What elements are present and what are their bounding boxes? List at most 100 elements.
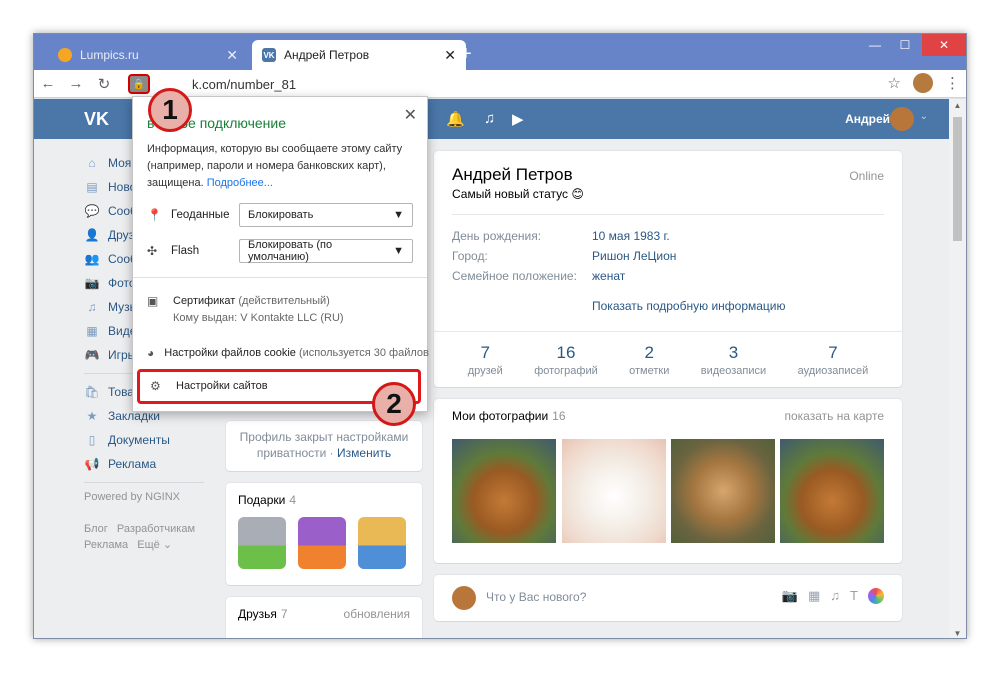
close-icon[interactable]: ✕ (226, 47, 238, 64)
lumpics-favicon-icon (58, 48, 72, 62)
friends-icon: 👤 (84, 228, 100, 242)
post-input-placeholder[interactable]: Что у Вас нового? (486, 590, 586, 604)
tab-lumpics[interactable]: Lumpics.ru ✕ (48, 40, 248, 70)
address-bar[interactable]: 🔒 k.com/number_81 (128, 72, 868, 96)
counter-photos[interactable]: 16 фотографий (534, 343, 598, 377)
new-post-box[interactable]: Что у Вас нового? 📷 ▦ ♫ T (434, 575, 902, 621)
info-key: День рождения: (452, 229, 542, 243)
show-on-map-link[interactable]: показать на карте (785, 409, 885, 423)
counter-label: друзей (467, 365, 503, 377)
counter-number: 7 (480, 343, 490, 362)
tab-title: Lumpics.ru (80, 48, 139, 62)
photo-thumbnail[interactable] (562, 439, 666, 543)
minimize-icon[interactable]: — (860, 34, 890, 56)
play-icon[interactable]: ▶ (512, 110, 524, 128)
lock-icon[interactable]: 🔒 (128, 74, 150, 94)
photo-thumbnail[interactable] (780, 439, 884, 543)
games-icon: 🎮 (84, 348, 100, 362)
header-user-name[interactable]: Андрей (845, 112, 890, 126)
info-value[interactable]: 10 мая 1983 г. (592, 229, 670, 243)
callout-number-1: 1 (148, 88, 192, 132)
certificate-row[interactable]: ▣ Сертификат (действительный) Кому выдан… (147, 293, 417, 327)
puzzle-icon: ✣ (147, 244, 158, 258)
site-info-popup: в зное подключение ✕ Информация, которую… (132, 96, 429, 412)
chevron-down-icon[interactable]: ⌄ (920, 111, 928, 122)
show-more-info-link[interactable]: Показать подробную информацию (592, 299, 786, 313)
scroll-thumb[interactable] (953, 117, 962, 241)
privacy-notice: Профиль закрыт настройками приватности ·… (226, 421, 422, 471)
new-tab-icon[interactable]: + (460, 43, 472, 66)
gear-icon: ⚙ (150, 379, 161, 393)
divider (452, 214, 884, 215)
location-select[interactable]: Блокировать ▼ (239, 203, 413, 227)
profile-counters: 7 друзей 16 фотографий 2 отметки 3 видеозапи… (434, 343, 902, 377)
star-icon[interactable]: ☆ (888, 74, 901, 92)
reload-icon[interactable]: ↻ (90, 75, 118, 93)
more-details-link[interactable]: Подробнее... (207, 177, 273, 189)
window-close-icon[interactable]: ✕ (922, 34, 966, 56)
ads-icon: 📢 (84, 457, 100, 471)
profile-card: Андрей Петров Online Самый новый статус … (434, 151, 902, 387)
gift-image[interactable] (298, 517, 346, 569)
news-icon: ▤ (86, 180, 98, 194)
footer-links[interactable]: Реклама Ещё ⌄ (84, 537, 224, 553)
vk-favicon-icon: VK (262, 48, 276, 62)
counter-audios[interactable]: 7 аудиозаписей (798, 343, 869, 377)
profile-status[interactable]: Самый новый статус 😊 (452, 187, 584, 201)
avatar[interactable] (890, 107, 914, 131)
dropdown-arrow-icon: ▼ (393, 209, 404, 221)
close-icon[interactable]: ✕ (444, 47, 456, 64)
privacy-change-link[interactable]: Изменить (337, 446, 391, 460)
gift-image[interactable] (238, 517, 286, 569)
gift-image[interactable] (358, 517, 406, 569)
photo-thumbnail[interactable] (671, 439, 775, 543)
permission-label: Flash (171, 245, 200, 257)
scroll-down-icon[interactable]: ▼ (949, 629, 966, 638)
maximize-icon[interactable]: ☐ (890, 34, 920, 56)
vk-logo[interactable]: VK (84, 109, 109, 130)
info-key: Семейное положение: (452, 269, 577, 283)
counter-videos[interactable]: 3 видеозаписи (701, 343, 766, 377)
powered-by: Powered by NGINX (84, 491, 180, 503)
color-circle-icon[interactable] (868, 588, 884, 604)
text-format-icon[interactable]: T (850, 588, 858, 604)
select-value: Блокировать (248, 209, 314, 221)
nav-item-documents[interactable]: ▯ Документы (84, 428, 224, 452)
gifts-title[interactable]: Подарки (238, 493, 285, 507)
photos-count: 16 (552, 409, 566, 423)
bell-icon[interactable]: 🔔 (446, 110, 465, 128)
select-value: Блокировать (по умолчанию) (248, 239, 333, 263)
callout-number-2: 2 (372, 382, 416, 426)
profile-name: Андрей Петров (452, 165, 573, 184)
scroll-up-icon[interactable]: ▲ (949, 101, 966, 110)
friends-updates-link[interactable]: обновления (344, 607, 410, 621)
friends-title[interactable]: Друзья (238, 607, 277, 621)
cookie-settings-row[interactable]: ◕ Настройки файлов cookie (используется … (147, 345, 429, 362)
counter-friends[interactable]: 7 друзей (468, 343, 503, 377)
flash-select[interactable]: Блокировать (по умолчанию) ▼ (239, 239, 413, 263)
forward-icon[interactable]: → (62, 75, 90, 92)
close-icon[interactable]: ✕ (404, 105, 417, 125)
nav-item-ads[interactable]: 📢 Реклама (84, 452, 224, 476)
info-row-city: Город: Ришон ЛеЦион (452, 249, 676, 263)
info-value[interactable]: Ришон ЛеЦион (592, 249, 676, 263)
music-icon[interactable]: ♫ (830, 588, 840, 604)
counter-tags[interactable]: 2 отметки (629, 343, 669, 377)
tab-vk-profile[interactable]: VK Андрей Петров ✕ (252, 40, 466, 70)
photo-thumbnail[interactable] (452, 439, 556, 543)
photos-title[interactable]: Мои фотографии (452, 409, 548, 423)
scrollbar[interactable]: ▲ ▼ (949, 99, 966, 638)
info-value[interactable]: женат (592, 269, 625, 283)
cookie-icon: ◕ (147, 346, 155, 360)
footer-links[interactable]: Блог Разработчикам (84, 521, 224, 537)
camera-icon[interactable]: 📷 (782, 588, 798, 604)
menu-icon[interactable]: ⋮ (945, 74, 960, 92)
divider (84, 482, 204, 483)
counter-label: видеозаписи (700, 365, 767, 377)
title-bar: Lumpics.ru ✕ VK Андрей Петров ✕ + — ☐ ✕ (34, 34, 966, 70)
profile-avatar[interactable] (913, 73, 933, 93)
music-icon[interactable]: ♫ (484, 110, 495, 127)
video-icon[interactable]: ▦ (808, 588, 820, 604)
friends-count: 7 (280, 607, 288, 621)
back-icon[interactable]: ← (34, 75, 62, 92)
